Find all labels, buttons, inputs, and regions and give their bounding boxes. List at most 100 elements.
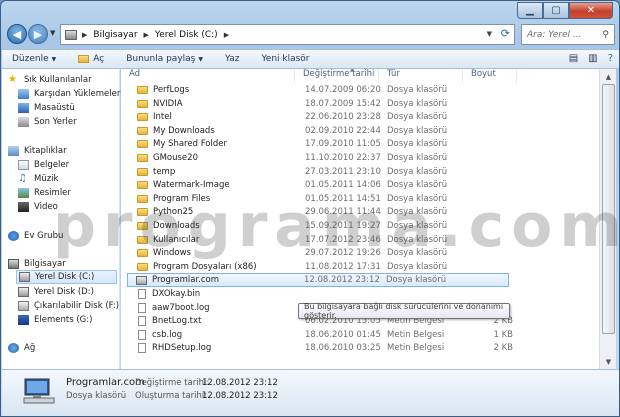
column-header-label: Değiştirme tarihi xyxy=(303,69,375,79)
sidebar-item-video[interactable]: Video xyxy=(18,202,58,212)
table-row[interactable]: Downloads 15.09.2011 19:27 Dosya klasörü xyxy=(129,220,511,232)
details-item-name: Programlar.com xyxy=(66,377,145,388)
sidebar-item-label: Ağ xyxy=(24,343,36,353)
breadcrumb-separator: ▶ xyxy=(82,30,88,39)
row-name-cell: Python25 xyxy=(137,207,193,217)
breadcrumb-drive-c[interactable]: Yerel Disk (C:) xyxy=(155,30,218,40)
help-icon[interactable]: ? xyxy=(608,53,613,64)
file-date: 18.06.2010 03:25 xyxy=(305,343,381,354)
breadcrumb-separator[interactable]: ▶ xyxy=(144,31,149,39)
sidebar-item-network[interactable]: Ağ xyxy=(8,343,35,353)
column-header-name[interactable]: Ad xyxy=(121,69,295,83)
table-row[interactable]: Intel 22.06.2010 23:28 Dosya klasörü xyxy=(129,111,511,123)
table-row[interactable]: csb.log 18.06.2010 01:45 Metin Belgesi 1 KB xyxy=(129,329,513,341)
open-button[interactable]: Aç xyxy=(78,54,104,64)
table-row[interactable]: My Downloads 02.09.2010 22:44 Dosya klasör… xyxy=(129,125,511,137)
table-row[interactable]: PerfLogs 14.07.2009 06:20 Dosya klasörü xyxy=(129,84,511,96)
sidebar-item-favorites[interactable]: ★ Sık Kullanılanlar xyxy=(8,75,92,86)
sidebar-item-label: Sık Kullanılanlar xyxy=(24,75,92,85)
table-row[interactable]: Programlar.com 12.08.2012 23:12 Dosya klas… xyxy=(127,273,509,288)
sidebar-item-music[interactable]: ♫ Müzik xyxy=(18,174,59,185)
open-label: Aç xyxy=(93,54,105,64)
vertical-scrollbar[interactable]: ▲ ▼ xyxy=(599,69,616,369)
preview-pane-icon[interactable]: ▥ xyxy=(588,53,597,64)
column-header-date[interactable]: ▲ Değiştirme tarihi xyxy=(295,69,379,83)
breadcrumb-separator[interactable]: ▶ xyxy=(224,31,229,39)
sidebar-item-drive-g[interactable]: Elements (G:) xyxy=(18,315,92,325)
sidebar-item-computer[interactable]: Bilgisayar xyxy=(8,259,66,269)
back-button[interactable]: ◀ xyxy=(7,24,27,44)
forward-button[interactable]: ▶ xyxy=(28,24,48,44)
file-date: 11.08.2012 17:31 xyxy=(305,261,381,272)
close-button[interactable]: ✕ xyxy=(569,2,613,19)
table-row[interactable]: Kullanıcılar 17.07.2012 23:46 Dosya klasör… xyxy=(129,234,511,246)
sidebar-item-drive-f[interactable]: Çıkarılabilir Disk (F:) xyxy=(18,301,119,311)
file-name: Program Dosyaları (x86) xyxy=(153,261,257,272)
sidebar-item-drive-d[interactable]: Yerel Disk (D:) xyxy=(18,287,94,297)
view-options-icon[interactable]: ▤ xyxy=(569,53,578,64)
scroll-down-icon[interactable]: ▼ xyxy=(600,354,617,369)
file-type: Dosya klasörü xyxy=(387,153,448,163)
table-row[interactable]: DXOkay.bin xyxy=(129,288,511,300)
refresh-icon[interactable]: ⟳ xyxy=(501,27,510,40)
table-row[interactable]: Program Files 01.05.2011 14:51 Dosya klasö… xyxy=(129,193,511,205)
file-type: Dosya klasörü xyxy=(387,98,448,109)
folder-icon xyxy=(137,126,148,135)
sidebar-item-documents[interactable]: Belgeler xyxy=(18,160,69,170)
maximize-button[interactable]: ▢ xyxy=(543,2,569,19)
file-name: Downloads xyxy=(153,221,200,231)
file-icon xyxy=(138,343,146,354)
recent-pages-dropdown[interactable]: ▼ xyxy=(50,29,55,37)
file-date: 27.03.2011 23:10 xyxy=(305,166,381,177)
file-icon xyxy=(138,329,146,340)
scroll-thumb[interactable] xyxy=(602,84,615,334)
column-header-type[interactable]: Tür xyxy=(379,69,463,83)
table-row[interactable]: My Shared Folder 17.09.2010 11:05 Dosya kl… xyxy=(129,138,511,150)
table-row[interactable]: Windows 29.07.2012 19:26 Dosya klasörü xyxy=(129,247,511,259)
row-name-cell: temp xyxy=(137,167,175,177)
table-row[interactable]: Watermark-Image 01.05.2011 14:06 Dosya kla… xyxy=(129,179,511,191)
sidebar-item-desktop[interactable]: Masaüstü xyxy=(18,103,75,113)
scroll-up-icon[interactable]: ▲ xyxy=(600,69,617,84)
details-modified-label: Değiştirme tarihi: xyxy=(135,378,210,388)
sidebar-item-libraries[interactable]: Kitaplıklar xyxy=(8,146,67,156)
folder-icon xyxy=(137,235,148,244)
new-folder-button[interactable]: Yeni klasör xyxy=(261,54,309,64)
search-input[interactable]: Ara: Yerel ... ⚲ xyxy=(521,24,615,45)
share-button[interactable]: Bununla paylaş ▼ xyxy=(126,54,203,64)
folder-icon xyxy=(137,113,148,122)
usb-drive-icon xyxy=(18,301,29,311)
sidebar-item-drive-c[interactable]: Yerel Disk (C:) xyxy=(16,270,117,284)
minimize-button[interactable]: ▁ xyxy=(517,2,543,19)
address-bar[interactable]: ▶ Bilgisayar ▶ Yerel Disk (C:) ▶ ▼ ⟳ xyxy=(60,24,515,45)
table-row[interactable]: temp 27.03.2011 23:10 Dosya klasörü xyxy=(129,166,511,178)
view-controls: ▤ ▥ ? xyxy=(569,53,613,64)
sidebar-item-recent[interactable]: Son Yerler xyxy=(18,117,77,127)
breadcrumb-computer[interactable]: Bilgisayar xyxy=(93,30,137,40)
row-name-cell: Programlar.com xyxy=(136,275,219,285)
address-dropdown-icon[interactable]: ▼ xyxy=(487,30,492,38)
sidebar-item-label: Müzik xyxy=(34,174,59,184)
table-row[interactable]: NVIDIA 18.07.2009 15:42 Dosya klasörü xyxy=(129,98,511,110)
downloads-icon xyxy=(18,89,29,99)
folder-icon xyxy=(137,262,148,271)
table-row[interactable]: RHDSetup.log 18.06.2010 03:25 Metin Belges… xyxy=(129,342,513,354)
sort-ascending-icon: ▲ xyxy=(350,69,355,73)
column-header-size[interactable]: Boyut xyxy=(463,69,517,83)
tooltip-text: Bu bilgisayara bağlı disk sürücülerini v… xyxy=(304,302,504,320)
close-icon: ✕ xyxy=(586,5,596,16)
print-button[interactable]: Yaz xyxy=(225,54,240,64)
sidebar-item-downloads[interactable]: Karşıdan Yüklemeler xyxy=(18,89,120,99)
table-row[interactable]: Program Dosyaları (x86) 11.08.2012 17:31 D… xyxy=(129,261,511,273)
row-name-cell: Kullanıcılar xyxy=(137,235,199,245)
table-row[interactable]: GMouse20 11.10.2010 22:37 Dosya klasörü xyxy=(129,152,511,164)
row-name-cell: Program Files xyxy=(137,194,210,204)
folder-icon xyxy=(137,167,148,176)
sidebar-item-pictures[interactable]: Resimler xyxy=(18,188,71,198)
sidebar-item-homegroup[interactable]: Ev Grubu xyxy=(8,231,63,241)
folder-icon xyxy=(137,222,148,230)
column-header-label: Ad xyxy=(129,69,141,79)
organize-button[interactable]: Düzenle ▼ xyxy=(12,54,56,64)
table-row[interactable]: Python25 29.06.2011 11:44 Dosya klasörü xyxy=(129,206,511,218)
address-row: ◀ ▶ ▼ ▶ Bilgisayar ▶ Yerel Disk (C:) ▶ ▼… xyxy=(5,23,617,47)
